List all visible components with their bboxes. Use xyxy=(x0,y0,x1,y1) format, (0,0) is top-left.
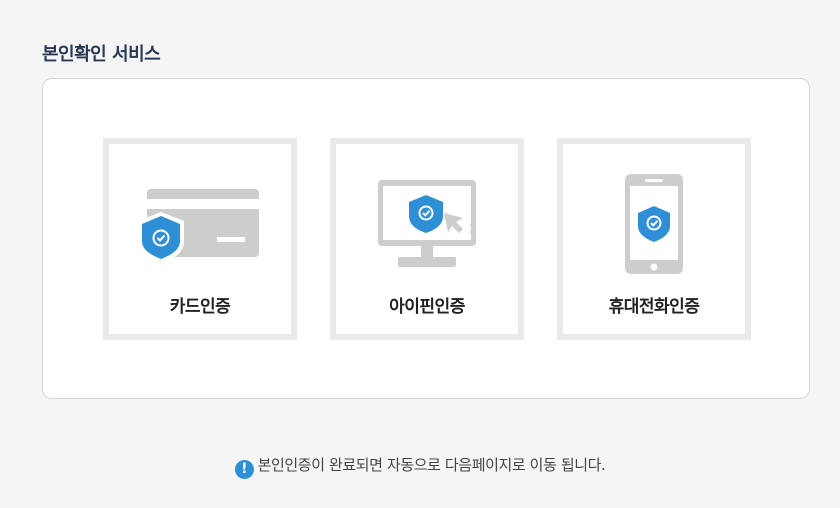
mobile-auth-label: 휴대전화인증 xyxy=(608,297,700,317)
ipin-auth-label: 아이핀인증 xyxy=(389,297,465,317)
notice-text: 본인인증이 완료되면 자동으로 다음페이지로 이동 됩니다. xyxy=(257,456,606,474)
mobile-auth-button[interactable]: 휴대전화인증 xyxy=(557,138,751,340)
page-title: 본인확인 서비스 xyxy=(42,44,161,65)
card-auth-label: 카드인증 xyxy=(169,297,231,317)
card-auth-button[interactable]: 카드인증 xyxy=(103,138,297,340)
notice-message: ! 본인인증이 완료되면 자동으로 다음페이지로 이동 됩니다. xyxy=(0,454,840,479)
info-icon: ! xyxy=(234,460,254,479)
ipin-auth-button[interactable]: 아이핀인증 xyxy=(330,138,524,340)
